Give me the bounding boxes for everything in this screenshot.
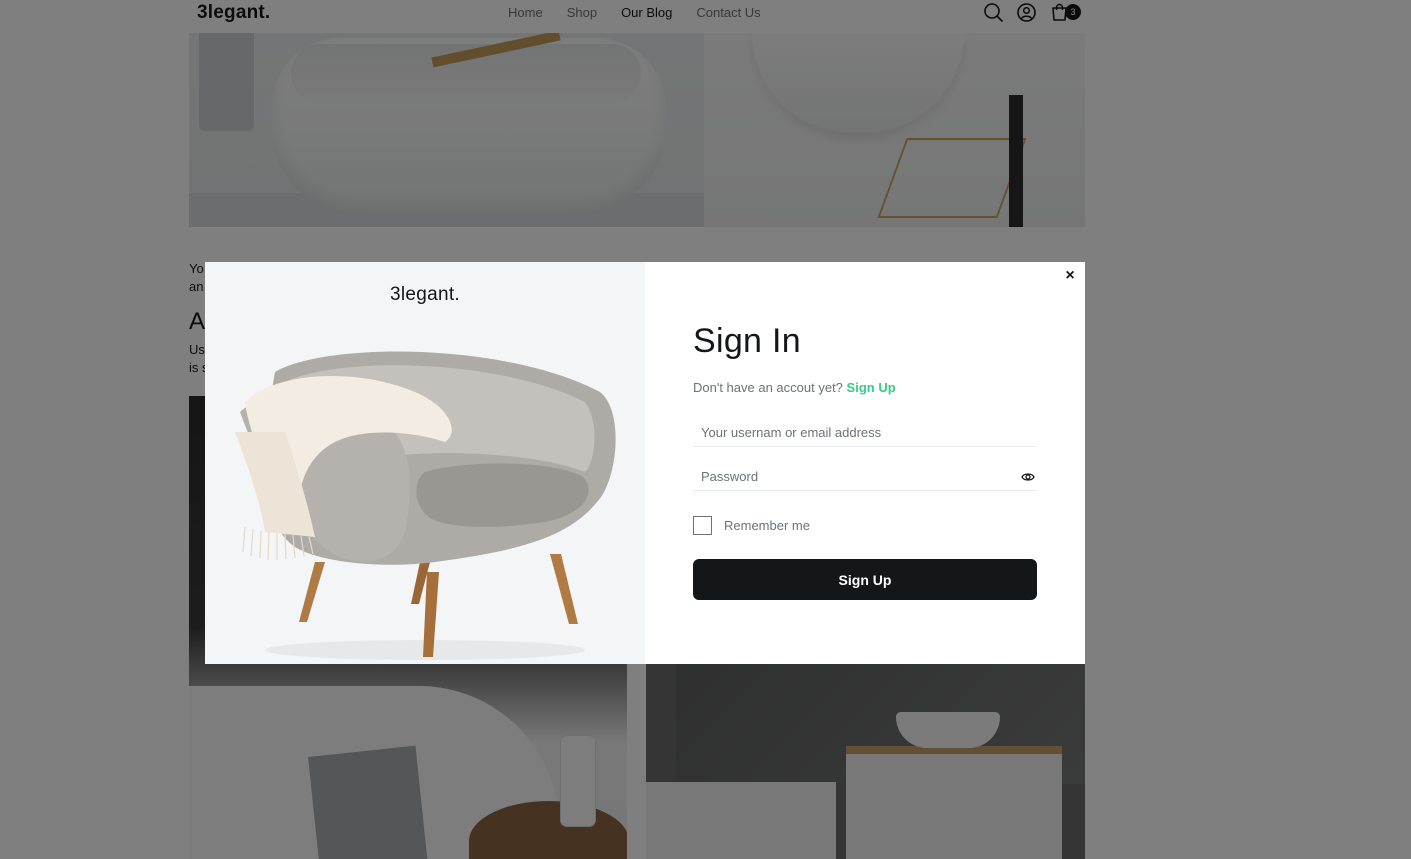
armchair-image xyxy=(235,351,616,660)
remember-me-row: Remember me xyxy=(693,516,810,535)
submit-button[interactable]: Sign Up xyxy=(693,559,1037,600)
signup-prompt-text: Don't have an accout yet? xyxy=(693,380,843,395)
eye-icon[interactable] xyxy=(1021,471,1035,483)
username-input[interactable] xyxy=(693,419,1037,446)
remember-me-label[interactable]: Remember me xyxy=(724,518,810,533)
sign-up-link[interactable]: Sign Up xyxy=(847,380,896,395)
signup-prompt: Don't have an accout yet? Sign Up xyxy=(693,380,896,395)
modal-logo: 3legant. xyxy=(389,284,460,305)
password-field-wrapper xyxy=(693,463,1037,491)
modal-form-panel: × Sign In Don't have an accout yet? Sign… xyxy=(645,262,1085,664)
remember-me-checkbox[interactable] xyxy=(693,516,712,535)
password-input[interactable] xyxy=(693,463,1037,490)
sign-in-title: Sign In xyxy=(693,322,801,360)
sign-in-modal: 3legant. × Sign In Don't have an accout … xyxy=(205,262,1085,664)
username-field-wrapper xyxy=(693,419,1037,447)
modal-image-panel: 3legant. xyxy=(205,262,645,664)
close-icon[interactable]: × xyxy=(1061,267,1079,285)
